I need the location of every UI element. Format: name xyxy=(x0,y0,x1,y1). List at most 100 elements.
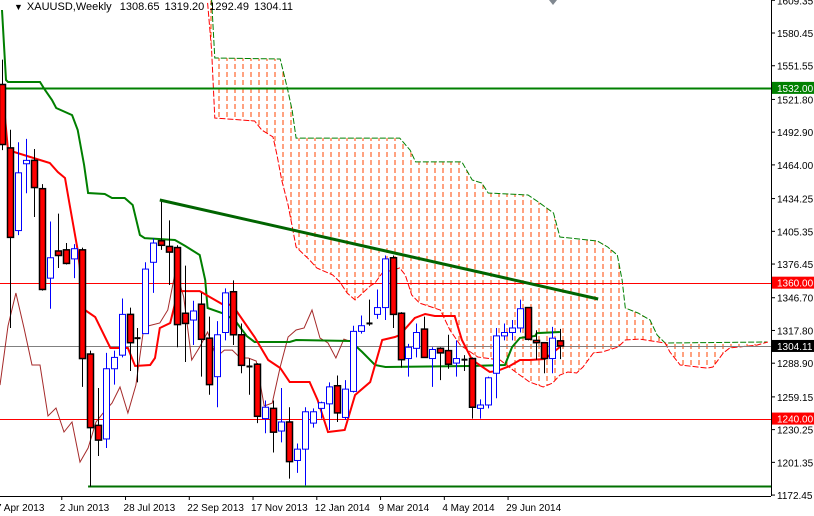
candle xyxy=(246,358,253,395)
candle-body xyxy=(524,306,533,341)
candle xyxy=(165,220,174,285)
price-tick-label: 1288.90 xyxy=(777,359,814,370)
candle-body xyxy=(278,421,285,432)
candle-body xyxy=(420,328,429,359)
candle-body xyxy=(111,356,118,370)
candle-body xyxy=(318,402,325,409)
candle xyxy=(278,387,285,443)
candle-body xyxy=(181,312,190,325)
candle-body xyxy=(0,83,7,146)
candle xyxy=(78,247,87,387)
candle-body xyxy=(310,411,317,424)
candle-body xyxy=(47,257,54,279)
candle-body xyxy=(103,368,110,440)
candle-body xyxy=(540,341,549,360)
price-tick-label: 1317.80 xyxy=(777,326,814,337)
candle-body xyxy=(54,250,63,257)
candle xyxy=(485,376,492,409)
candle-body xyxy=(150,242,157,263)
candle xyxy=(436,347,445,381)
level-price-label: 1304.11 xyxy=(777,342,813,353)
candle xyxy=(111,350,118,385)
candle-body xyxy=(405,346,412,360)
price-axis[interactable]: 1609.35 1580.45 1551.55 1521.80 1492.90 1464.… xyxy=(771,0,814,502)
candle xyxy=(6,129,15,328)
candle-body xyxy=(374,307,381,315)
candle xyxy=(119,298,126,358)
candle xyxy=(420,316,429,359)
candle-body xyxy=(94,424,103,441)
candle-body xyxy=(157,240,166,247)
candle xyxy=(493,327,500,399)
candle-body xyxy=(468,357,477,408)
candle-body xyxy=(214,334,221,378)
ichimoku-cloud xyxy=(207,0,769,388)
candle xyxy=(294,443,301,473)
candle-body xyxy=(15,172,22,232)
candle-body xyxy=(23,159,30,165)
candle xyxy=(253,363,262,424)
candle-body xyxy=(350,330,357,392)
time-axis[interactable]: 7 Apr 2013 2 Jun 2013 28 Jul 2013 22 Sep 20… xyxy=(0,496,562,514)
price-chart[interactable]: 1609.35 1580.45 1551.55 1521.80 1492.90 1464.… xyxy=(0,0,814,516)
level-price-label: 1532.00 xyxy=(777,84,814,95)
ohlc-open: 1308.65 xyxy=(119,1,160,13)
price-tick-label: 1172.45 xyxy=(777,491,813,502)
candle xyxy=(181,265,190,362)
candle xyxy=(262,400,269,434)
candle xyxy=(326,382,333,430)
time-tick-label: 7 Apr 2013 xyxy=(0,503,45,514)
candle-body xyxy=(197,303,206,341)
candle xyxy=(173,245,182,348)
candle-body xyxy=(38,187,47,291)
candle-body xyxy=(509,327,516,334)
symbol-timeframe: XAUUSD,Weekly xyxy=(26,1,112,13)
price-tick-label: 1492.90 xyxy=(777,128,814,139)
candle xyxy=(285,407,294,479)
candle xyxy=(405,343,412,377)
candle-body xyxy=(294,448,301,461)
candle-body xyxy=(493,335,500,374)
dropdown-triangle-icon[interactable]: ▼ xyxy=(14,2,23,12)
level-price-label: 1240.00 xyxy=(777,415,814,426)
chart-title: ▼ XAUUSD,Weekly 1308.65 1319.20 1292.49 1304… xyxy=(14,1,298,13)
time-tick-label: 17 Nov 2013 xyxy=(251,503,308,514)
price-tick-label: 1434.25 xyxy=(777,195,814,206)
candle xyxy=(150,238,157,293)
candle xyxy=(524,306,533,341)
candle-body xyxy=(302,411,309,450)
candle-body xyxy=(556,340,565,347)
candle xyxy=(54,213,63,268)
time-tick-label: 2 Jun 2013 xyxy=(60,503,110,514)
candle-body xyxy=(444,349,453,365)
candle xyxy=(269,400,278,453)
candle-body xyxy=(358,325,365,332)
candle xyxy=(413,323,420,358)
candle xyxy=(205,316,214,395)
candle-body xyxy=(453,358,460,364)
candle-body xyxy=(485,377,492,406)
candle-body xyxy=(532,339,541,344)
candle xyxy=(374,289,381,319)
candle xyxy=(47,221,54,309)
candle-body xyxy=(30,159,39,189)
candle xyxy=(468,357,477,419)
ohlc-low: 1292.49 xyxy=(209,1,250,13)
candle xyxy=(62,243,71,265)
candle xyxy=(103,352,110,449)
candle xyxy=(190,300,197,345)
candle-body xyxy=(222,292,229,334)
candle-body xyxy=(517,308,524,329)
candle xyxy=(71,244,78,279)
candle xyxy=(350,325,357,393)
candle-body xyxy=(285,421,294,463)
price-tick-label: 1580.45 xyxy=(777,29,814,40)
price-tick-label: 1259.15 xyxy=(777,393,814,404)
candle-body xyxy=(549,337,556,360)
candle xyxy=(142,262,149,335)
candle-body xyxy=(205,337,214,386)
shift-marker-icon[interactable] xyxy=(549,0,557,5)
candle-body xyxy=(119,313,126,356)
candle-body xyxy=(173,246,182,326)
candle-body xyxy=(190,310,197,321)
